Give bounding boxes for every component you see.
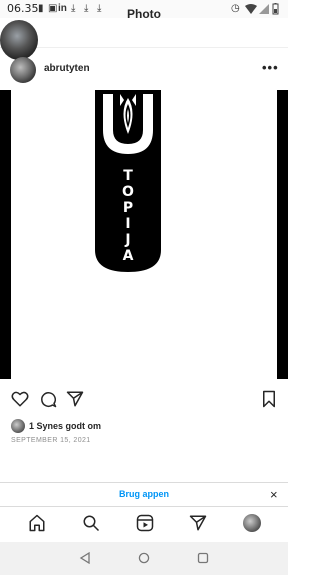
avatar[interactable] (0, 20, 38, 60)
home-circle-icon[interactable] (138, 552, 150, 564)
image-letter: I (125, 216, 131, 232)
recent-apps-icon[interactable] (197, 552, 209, 564)
close-icon[interactable]: × (270, 487, 278, 502)
direct-message-icon[interactable] (189, 514, 207, 532)
back-icon[interactable] (79, 552, 91, 564)
home-icon[interactable] (28, 514, 46, 532)
search-icon[interactable] (82, 514, 100, 532)
image-letter: O (122, 184, 134, 200)
image-right-bar (277, 90, 288, 379)
image-letter: T (123, 168, 133, 184)
post-author-avatar[interactable] (10, 57, 36, 83)
bookmark-icon[interactable] (260, 390, 278, 408)
post-image[interactable]: T O P I J A (0, 90, 288, 379)
header-bar (0, 18, 288, 48)
image-letter: P (122, 200, 134, 216)
liker-avatar[interactable] (11, 419, 25, 433)
use-app-button[interactable]: Brug appen (0, 489, 288, 499)
page-title: Photo (127, 7, 161, 21)
post-date: SEPTEMBER 15, 2021 (11, 437, 91, 444)
more-options-button[interactable]: ••• (262, 60, 279, 75)
comment-icon[interactable] (39, 390, 57, 408)
image-left-bar (0, 90, 11, 379)
image-vertical-text: T O P I J A (95, 168, 161, 264)
image-letter: J (125, 232, 131, 248)
likes-count[interactable]: 1 Synes godt om (29, 421, 101, 431)
profile-avatar[interactable] (243, 514, 261, 532)
like-heart-icon[interactable] (11, 390, 29, 408)
post-username[interactable]: abrutyten (44, 63, 90, 74)
image-letter: A (122, 248, 134, 264)
share-icon[interactable] (66, 390, 84, 408)
reels-icon[interactable] (136, 514, 154, 532)
